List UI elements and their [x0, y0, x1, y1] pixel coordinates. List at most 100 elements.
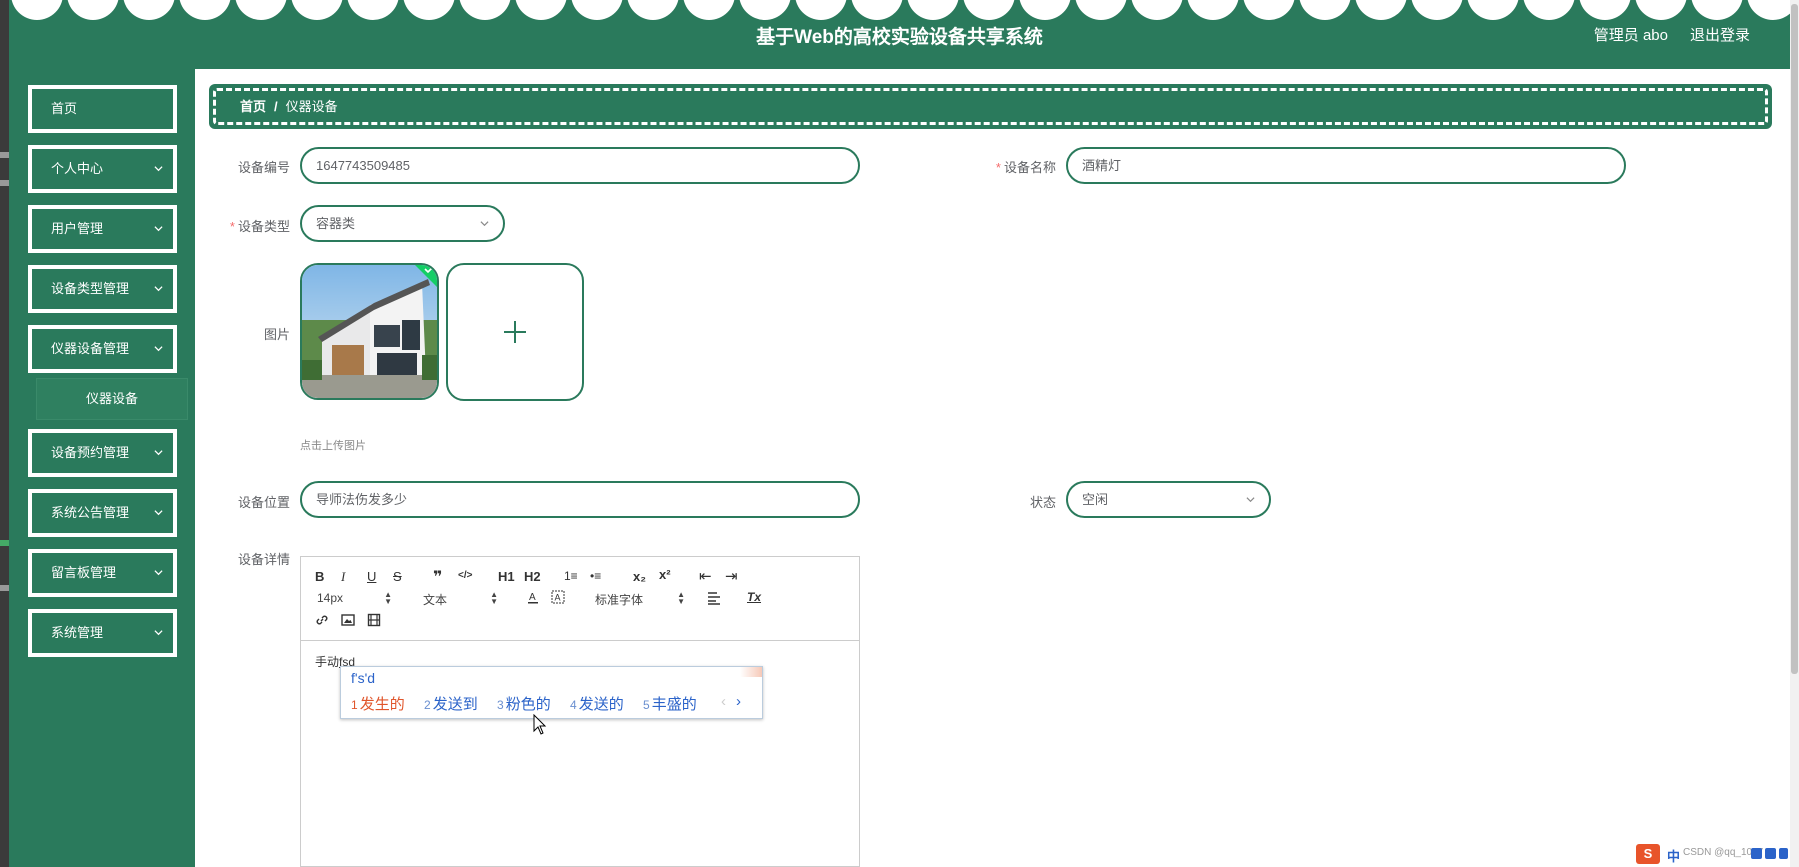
ime-language-indicator[interactable]: 中: [1667, 846, 1680, 865]
sidebar-item-label: 设备预约管理: [51, 445, 130, 460]
heading-1-button[interactable]: H1: [498, 569, 515, 584]
align-icon[interactable]: [707, 591, 721, 605]
heading-2-button[interactable]: H2: [524, 569, 541, 584]
sidebar-item-device-type-management[interactable]: 设备类型管理: [28, 265, 177, 313]
superscript-button[interactable]: x²: [659, 567, 671, 582]
strike-button[interactable]: S: [393, 569, 402, 584]
updown-icon: ▲ ▼: [490, 590, 498, 606]
uploaded-image-thumbnail[interactable]: [300, 263, 439, 400]
ime-candidate-window: f's'd 1 发生的 2 发送到 3 粉色的 4 发送的 5 丰盛的 ‹ ›: [340, 666, 763, 719]
upload-success-icon: [415, 265, 437, 287]
font-family-value: 标准字体: [595, 593, 644, 607]
ime-next-page-icon[interactable]: ›: [736, 693, 741, 710]
outdent-button[interactable]: ⇤: [699, 567, 712, 585]
clear-format-button[interactable]: Tx: [747, 590, 761, 604]
sidebar-item-label: 系统管理: [51, 625, 104, 640]
sidebar-item-system-management[interactable]: 系统管理: [28, 609, 177, 657]
chevron-down-icon: [154, 286, 163, 292]
upload-tip: 点击上传图片: [300, 440, 366, 452]
chevron-down-icon: [154, 166, 163, 172]
chevron-down-icon: [154, 630, 163, 636]
indent-button[interactable]: ⇥: [725, 567, 738, 585]
font-color-icon[interactable]: A: [526, 590, 540, 604]
subscript-button[interactable]: x₂: [633, 569, 646, 584]
ime-candidate[interactable]: 2 发送到: [424, 693, 478, 714]
toolbox-icon[interactable]: [1765, 848, 1776, 859]
breadcrumb-separator: /: [274, 99, 278, 114]
location-input[interactable]: 导师法伤发多少: [300, 481, 860, 518]
location-label: 设备位置: [237, 495, 290, 510]
italic-button[interactable]: I: [341, 569, 345, 585]
device-type-label: * 设备类型: [229, 219, 290, 234]
ime-candidate[interactable]: 3 粉色的: [497, 693, 551, 714]
bullet-list-button[interactable]: •≡: [590, 569, 601, 583]
device-type-select[interactable]: 容器类: [300, 205, 505, 242]
background-color-icon[interactable]: A: [551, 590, 565, 604]
chevron-down-icon: [480, 221, 489, 227]
header-scallop-decoration: [11, 0, 1790, 20]
sidebar-item-label: 设备类型管理: [51, 281, 130, 296]
ime-candidate[interactable]: 1 发生的: [351, 693, 405, 714]
breadcrumb-home-link[interactable]: 首页: [240, 99, 266, 114]
underline-button[interactable]: U: [367, 569, 376, 584]
sidebar-item-label: 仪器设备管理: [51, 341, 130, 356]
sogou-logo-icon[interactable]: S: [1636, 844, 1660, 864]
editor-toolbar: B I U S ❞ </> H1 H2 1≡ •≡ x₂ x² ⇤ ⇥ 14px…: [301, 557, 859, 641]
video-icon[interactable]: [367, 613, 381, 627]
ime-candidate[interactable]: 5 丰盛的: [643, 693, 697, 714]
device-no-label: 设备编号: [237, 160, 290, 175]
chevron-down-icon: [154, 346, 163, 352]
logout-button[interactable]: 退出登录: [1690, 24, 1750, 45]
sidebar-item-label: 留言板管理: [51, 565, 117, 580]
image-icon[interactable]: [341, 613, 355, 627]
sidebar-item-user-management[interactable]: 用户管理: [28, 205, 177, 253]
breadcrumb: 首页 / 仪器设备: [209, 84, 1772, 129]
ime-prev-page-icon[interactable]: ‹: [721, 693, 726, 710]
sidebar-item-personal-center[interactable]: 个人中心: [28, 145, 177, 193]
svg-text:A: A: [529, 592, 536, 603]
sidebar-subitem-label: 仪器设备: [85, 391, 138, 406]
sidebar-item-announcement-management[interactable]: 系统公告管理: [28, 489, 177, 537]
chevron-down-icon: [154, 226, 163, 232]
editor-text: 手动: [315, 655, 340, 669]
upload-add-button[interactable]: [446, 263, 584, 401]
detail-label: 设备详情: [237, 552, 290, 567]
menu-icon[interactable]: [1779, 848, 1788, 859]
background-window-strip: [0, 0, 9, 867]
sidebar-item-reservation-management[interactable]: 设备预约管理: [28, 429, 177, 477]
blockquote-button[interactable]: ❞: [433, 567, 442, 587]
admin-username: 管理员 abo: [1593, 27, 1668, 44]
app-title: 基于Web的高校实验设备共享系统: [756, 27, 1043, 48]
page-scrollbar[interactable]: [1790, 0, 1799, 867]
scrollbar-thumb[interactable]: [1791, 4, 1798, 674]
text-type-select[interactable]: 文本 ▲ ▼: [423, 591, 498, 608]
ime-candidate[interactable]: 4 发送的: [570, 693, 624, 714]
svg-text:A: A: [555, 593, 561, 603]
required-mark: *: [995, 160, 1001, 175]
code-block-button[interactable]: </>: [458, 570, 472, 581]
font-size-value: 14px: [317, 591, 344, 605]
keyboard-icon[interactable]: [1751, 848, 1762, 859]
mouse-cursor-icon: [533, 714, 547, 735]
font-size-select[interactable]: 14px ▲ ▼: [317, 591, 392, 606]
sidebar-subitem-instrument[interactable]: 仪器设备: [37, 379, 187, 419]
link-icon[interactable]: [315, 613, 329, 627]
bold-button[interactable]: B: [315, 569, 324, 584]
sidebar-item-label: 用户管理: [51, 221, 104, 236]
sidebar-item-home[interactable]: 首页: [28, 85, 177, 133]
ime-skin-decoration: [740, 667, 762, 677]
device-name-input[interactable]: 酒精灯: [1066, 147, 1626, 184]
chevron-down-icon: [154, 450, 163, 456]
device-no-input[interactable]: 1647743509485: [300, 147, 860, 184]
ordered-list-button[interactable]: 1≡: [564, 569, 578, 583]
sidebar: 首页 个人中心 用户管理 设备类型管理 仪器设备管理 仪器设备 设备预约管理 系…: [9, 69, 195, 867]
sidebar-item-label: 首页: [51, 101, 78, 116]
chevron-down-icon: [1246, 497, 1255, 503]
sidebar-item-instrument-management[interactable]: 仪器设备管理: [28, 325, 177, 373]
device-type-value: 容器类: [316, 216, 356, 231]
font-family-select[interactable]: 标准字体 ▲ ▼: [595, 591, 685, 608]
sidebar-item-message-board-management[interactable]: 留言板管理: [28, 549, 177, 597]
status-label: 状态: [1029, 495, 1056, 510]
ime-status-bar: S 中 CSDN @qq_1047: [1633, 843, 1790, 867]
status-select[interactable]: 空闲: [1066, 481, 1271, 518]
